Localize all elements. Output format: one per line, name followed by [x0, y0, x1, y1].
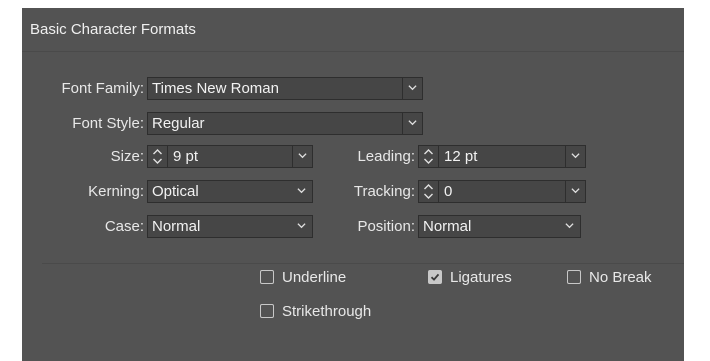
- font-family-dropdown[interactable]: Times New Roman: [147, 77, 423, 100]
- chevron-down-icon: [408, 120, 417, 126]
- leading-value: 12 pt: [444, 148, 478, 165]
- case-value: Normal: [152, 218, 201, 235]
- stepper-arrows-icon: [424, 184, 433, 199]
- chevron-down-icon: [298, 153, 307, 159]
- checkbox-unchecked-icon[interactable]: [260, 270, 274, 284]
- kerning-dropdown[interactable]: Optical: [147, 180, 313, 203]
- no-break-checkbox[interactable]: No Break: [567, 268, 652, 286]
- font-family-dropdown-button[interactable]: [402, 78, 422, 99]
- chevron-down-icon: [571, 153, 580, 159]
- font-style-value: Regular: [152, 115, 205, 132]
- strikethrough-label: Strikethrough: [282, 302, 372, 320]
- ligatures-checkbox[interactable]: Ligatures: [428, 268, 512, 286]
- basic-character-formats-panel: Basic Character Formats Font Family: Tim…: [22, 8, 684, 361]
- size-combo[interactable]: 9 pt: [147, 145, 313, 168]
- title-divider: [22, 51, 684, 52]
- size-label: Size:: [110, 148, 144, 165]
- tracking-stepper[interactable]: [419, 181, 439, 202]
- ligatures-label: Ligatures: [450, 268, 512, 286]
- checkbox-checked-icon[interactable]: [428, 270, 442, 284]
- case-label: Case:: [104, 218, 144, 235]
- kerning-value: Optical: [152, 183, 199, 200]
- font-style-label: Font Style:: [72, 115, 144, 132]
- chevron-down-icon: [408, 85, 417, 91]
- chevron-down-icon: [297, 188, 306, 194]
- checkbox-unchecked-icon[interactable]: [567, 270, 581, 284]
- no-break-label: No Break: [589, 268, 652, 286]
- section-divider: [42, 263, 684, 264]
- kerning-label: Kerning:: [88, 183, 144, 200]
- position-dropdown[interactable]: Normal: [418, 215, 581, 238]
- font-style-dropdown-button[interactable]: [402, 113, 422, 134]
- underline-label: Underline: [282, 268, 347, 286]
- font-style-dropdown[interactable]: Regular: [147, 112, 423, 135]
- leading-stepper[interactable]: [419, 146, 439, 167]
- size-dropdown-button[interactable]: [292, 146, 312, 167]
- case-dropdown[interactable]: Normal: [147, 215, 313, 238]
- stepper-arrows-icon: [153, 149, 162, 164]
- leading-combo[interactable]: 12 pt: [418, 145, 586, 168]
- size-stepper[interactable]: [148, 146, 168, 167]
- leading-dropdown-button[interactable]: [565, 146, 585, 167]
- checkmark-icon: [430, 273, 440, 281]
- font-family-label: Font Family:: [61, 80, 144, 97]
- position-label: Position:: [357, 218, 415, 235]
- tracking-value: 0: [444, 183, 453, 200]
- tracking-label: Tracking:: [353, 183, 415, 200]
- position-value: Normal: [423, 218, 472, 235]
- chevron-down-icon: [565, 223, 574, 229]
- strikethrough-checkbox[interactable]: Strikethrough: [260, 302, 371, 320]
- size-value: 9 pt: [173, 148, 199, 165]
- panel-title: Basic Character Formats: [30, 21, 196, 38]
- chevron-down-icon: [571, 188, 580, 194]
- tracking-combo[interactable]: 0: [418, 180, 586, 203]
- underline-checkbox[interactable]: Underline: [260, 268, 346, 286]
- checkbox-unchecked-icon[interactable]: [260, 304, 274, 318]
- leading-label: Leading:: [357, 148, 415, 165]
- tracking-dropdown-button[interactable]: [565, 181, 585, 202]
- stepper-arrows-icon: [424, 149, 433, 164]
- font-family-value: Times New Roman: [152, 80, 279, 97]
- chevron-down-icon: [297, 223, 306, 229]
